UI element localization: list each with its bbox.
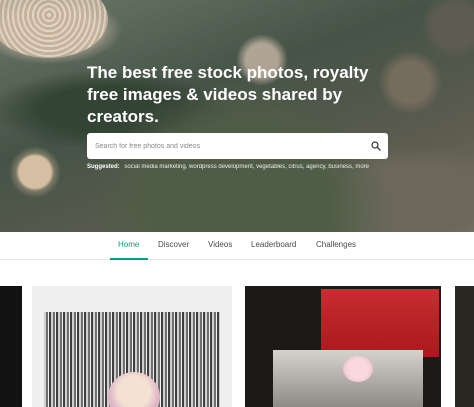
tab-videos[interactable]: Videos	[208, 240, 232, 260]
main-nav-tabs: Home Discover Videos Leaderboard Challen…	[0, 232, 474, 260]
tab-discover[interactable]: Discover	[158, 240, 189, 260]
search-bar[interactable]	[87, 133, 388, 159]
tab-leaderboard[interactable]: Leaderboard	[251, 240, 296, 260]
photo-card[interactable]	[455, 286, 474, 407]
suggested-searches: Suggested: social media marketing, wordp…	[87, 164, 387, 170]
photo-card[interactable]	[0, 286, 22, 407]
tab-home[interactable]: Home	[118, 240, 139, 260]
photo-red-box	[321, 289, 439, 357]
active-tab-indicator	[110, 258, 148, 260]
suggested-label: Suggested:	[87, 164, 120, 170]
suggested-terms[interactable]: social media marketing, wordpress develo…	[124, 164, 369, 170]
search-input[interactable]	[87, 133, 364, 159]
photo-cotton-candy	[343, 356, 373, 382]
photo-card[interactable]	[32, 286, 232, 407]
photo-card[interactable]	[245, 286, 441, 407]
tab-challenges[interactable]: Challenges	[316, 240, 356, 260]
hero-title: The best free stock photos, royalty free…	[87, 63, 369, 126]
search-icon[interactable]	[364, 133, 388, 159]
hero-banner: The best free stock photos, royalty free…	[0, 0, 474, 232]
